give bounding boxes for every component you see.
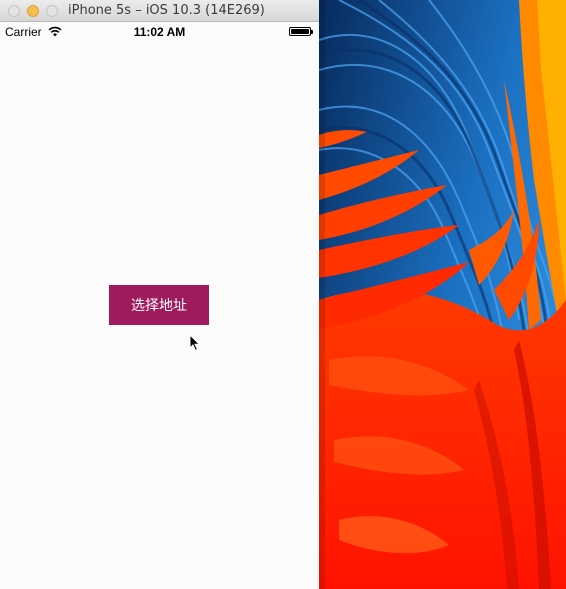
close-window-button[interactable] [8, 5, 20, 17]
select-address-button[interactable]: 选择地址 [109, 285, 209, 325]
desktop-wallpaper [319, 0, 566, 589]
simulator-window: iPhone 5s – iOS 10.3 (14E269) Carrier 11… [0, 0, 319, 589]
cursor-icon [189, 333, 201, 357]
window-titlebar[interactable]: iPhone 5s – iOS 10.3 (14E269) [0, 0, 319, 22]
zoom-window-button[interactable] [46, 5, 58, 17]
ios-status-bar: Carrier 11:02 AM [0, 22, 319, 42]
minimize-window-button[interactable] [27, 5, 39, 17]
battery-icon [289, 27, 313, 36]
status-time: 11:02 AM [133, 25, 186, 39]
window-title: iPhone 5s – iOS 10.3 (14E269) [68, 3, 265, 18]
